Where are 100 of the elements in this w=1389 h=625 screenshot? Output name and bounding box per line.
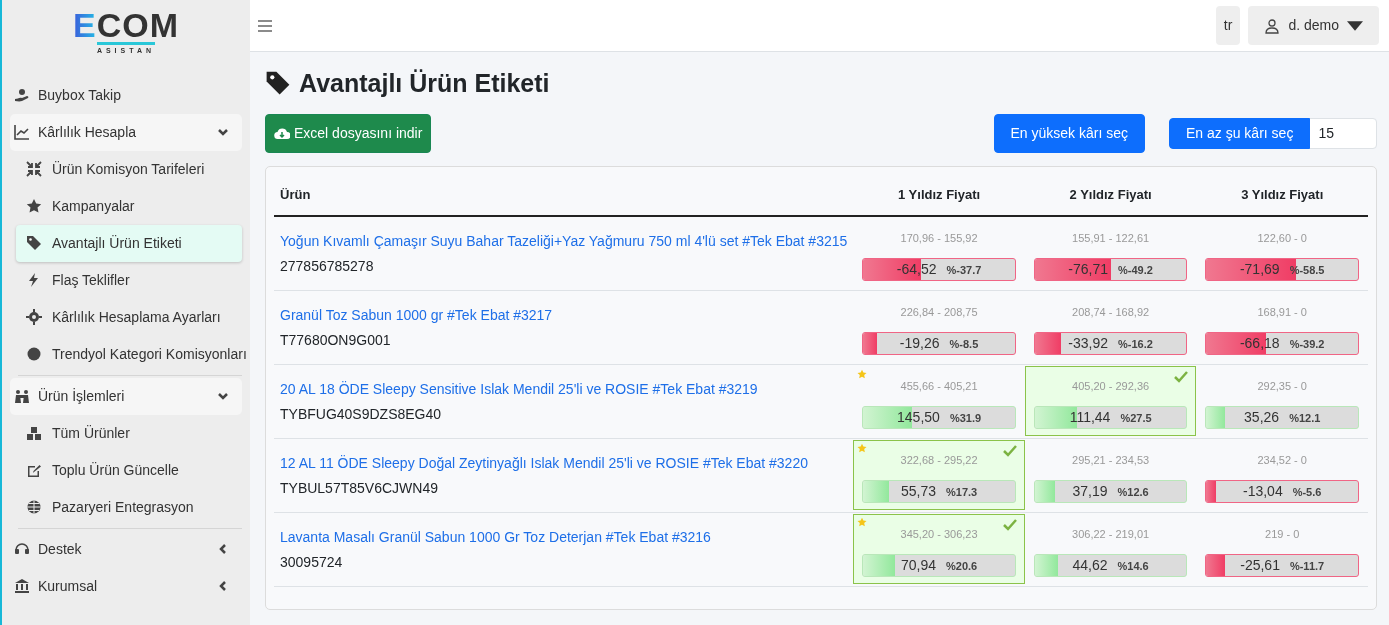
bank-icon	[14, 578, 30, 594]
price-range: 208,74 - 168,92	[1071, 304, 1151, 320]
product-link[interactable]: Yoğun Kıvamlı Çamaşır Suyu Bahar Tazeliği+Yaz Yağmuru 750 ml 4'lü set #Tek Ebat #3215	[280, 232, 848, 249]
sidebar-subitem[interactable]: Avantajlı Ürün Etiketi	[16, 224, 242, 262]
boxes-icon	[26, 425, 42, 441]
price-range: 234,52 - 0	[1256, 452, 1308, 468]
profit-value: 145,50	[897, 408, 940, 428]
price-range: 155,91 - 122,61	[1071, 230, 1151, 246]
price-range: 322,68 - 295,22	[899, 452, 979, 468]
menu-icon[interactable]	[258, 19, 272, 32]
price-range: 295,21 - 234,53	[1071, 452, 1151, 468]
profit-percent: %14.6	[1117, 558, 1149, 574]
people-icon	[14, 388, 30, 404]
price-range: 226,84 - 208,75	[899, 304, 979, 320]
price-option[interactable]: 292,35 - 0 35,26 %12.1	[1196, 365, 1368, 437]
price-option[interactable]: 155,91 - 122,61 -76,71 %-49.2	[1024, 217, 1197, 289]
price-range: 170,96 - 155,92	[899, 230, 979, 246]
price-range: 292,35 - 0	[1256, 378, 1308, 394]
sidebar-subitem[interactable]: Toplu Ürün Güncelle	[16, 451, 242, 489]
chart-line-icon	[14, 124, 30, 140]
sidebar-subitem[interactable]: Kârlılık Hesaplama Ayarları	[16, 298, 242, 336]
price-option[interactable]: 345,20 - 306,23 70,94 %20.6	[853, 513, 1025, 585]
max-profit-button[interactable]: En yüksek kârı seç	[993, 114, 1145, 153]
hand-coin-icon	[14, 87, 30, 103]
profit-percent: %-5.6	[1292, 484, 1322, 500]
profit-value: -71,69	[1239, 260, 1280, 280]
sidebar-subitem[interactable]: Pazaryeri Entegrasyon	[16, 488, 242, 526]
price-range: 405,20 - 292,36	[1071, 378, 1151, 394]
compress-icon	[26, 161, 42, 177]
headset-icon	[14, 541, 30, 557]
profit-value: -33,92	[1068, 334, 1109, 354]
star-icon	[26, 198, 42, 214]
price-option[interactable]: 322,68 - 295,22 55,73 %17.3	[853, 439, 1025, 511]
tag-icon	[265, 70, 291, 96]
min-profit-button[interactable]: En az şu kârı seç	[1169, 118, 1311, 149]
product-code: TYBFUG40S9DZS8EG40	[280, 404, 443, 424]
sidebar-subitem[interactable]: Kampanyalar	[16, 187, 242, 225]
product-code: T77680ON9G001	[280, 330, 392, 350]
product-link[interactable]: Granül Toz Sabun 1000 gr #Tek Ebat #3217	[280, 306, 553, 323]
profit-value: -19,26	[899, 334, 940, 354]
price-option[interactable]: 226,84 - 208,75 -19,26 %-8.5	[853, 291, 1025, 363]
column-header: Ürün	[274, 175, 854, 216]
sidebar-subitem[interactable]: Tüm Ürünler	[16, 414, 242, 452]
price-range: 219 - 0	[1264, 526, 1301, 542]
price-option[interactable]: 306,22 - 219,01 44,62 %14.6	[1024, 513, 1197, 585]
column-header: 1 Yıldız Fiyatı	[853, 175, 1025, 216]
product-link[interactable]: Lavanta Masalı Granül Sabun 1000 Gr Toz Deterjan #Tek Ebat #3216	[280, 528, 711, 545]
price-range: 122,60 - 0	[1256, 230, 1308, 246]
profit-percent: %-39.2	[1289, 336, 1325, 352]
check-icon	[1001, 517, 1018, 532]
product-code: 277856785278	[280, 256, 375, 276]
price-option[interactable]: 208,74 - 168,92 -33,92 %-16.2	[1024, 291, 1197, 363]
profit-percent: %-8.5	[949, 336, 979, 352]
profit-percent: %-16.2	[1118, 336, 1153, 352]
price-option[interactable]: 455,66 - 405,21 145,50 %31.9	[853, 365, 1025, 437]
chevron-down-icon	[218, 127, 228, 137]
sidebar-subitem[interactable]: Flaş Teklifler	[16, 261, 242, 299]
profit-percent: %-11.7	[1289, 558, 1325, 574]
price-range: 306,22 - 219,01	[1071, 526, 1151, 542]
chevron-left-icon	[218, 581, 228, 591]
sidebar-subitem[interactable]: Ürün Komisyon Tarifeleri	[16, 150, 242, 188]
price-option[interactable]: 295,21 - 234,53 37,19 %12.6	[1024, 439, 1197, 511]
download-button[interactable]: Excel dosyasını indir	[265, 114, 432, 153]
product-code: 30095724	[280, 552, 344, 572]
chevron-left-icon	[218, 544, 228, 554]
sidebar-item[interactable]: Kurumsal	[10, 567, 242, 605]
sidebar-item[interactable]: Destek	[10, 530, 242, 568]
profit-value: 35,26	[1244, 408, 1280, 428]
profit-percent: %12.6	[1117, 484, 1149, 500]
profit-percent: %31.9	[949, 410, 982, 426]
check-icon	[1001, 443, 1018, 458]
profit-value: 111,44	[1069, 408, 1111, 428]
product-link[interactable]: 20 AL 18 ÖDE Sleepy Sensitive Islak Mendil 25'li ve ROSIE #Tek Ebat #3219	[280, 380, 758, 397]
price-option[interactable]: 405,20 - 292,36 111,44 %27.5	[1024, 365, 1197, 437]
profit-percent: %-49.2	[1118, 262, 1153, 278]
profit-value: 70,94	[900, 556, 936, 576]
sidebar-item[interactable]: Kârlılık Hesapla	[10, 113, 242, 151]
page-title: Avantajlı Ürün Etiketi	[299, 68, 550, 98]
product-code: TYBUL57T85V6CJWN49	[280, 478, 439, 498]
profit-value: -13,04	[1242, 482, 1283, 502]
profit-value: -76,71	[1068, 260, 1109, 280]
price-option[interactable]: 219 - 0 -25,61 %-11.7	[1196, 513, 1368, 585]
profit-value: -25,61	[1240, 556, 1280, 576]
product-link[interactable]: 12 AL 11 ÖDE Sleepy Doğal Zeytinyağlı Islak Mendil 25'li ve ROSIE #Tek Ebat #3220	[280, 454, 808, 471]
profit-percent: %-37.7	[946, 262, 982, 278]
user-menu-button[interactable]: d. demo	[1248, 6, 1379, 45]
profit-percent: %27.5	[1120, 410, 1152, 426]
sidebar-item[interactable]: Buybox Takip	[10, 76, 242, 114]
sidebar-item[interactable]: Ürün İşlemleri	[10, 377, 242, 415]
column-header: 2 Yıldız Fiyatı	[1024, 175, 1197, 216]
user-icon	[1264, 17, 1281, 34]
price-range: 345,20 - 306,23	[899, 526, 979, 542]
language-button[interactable]: tr	[1215, 6, 1241, 45]
profit-percent: %17.3	[946, 484, 978, 500]
chevron-down-icon	[218, 391, 228, 401]
column-header: 3 Yıldız Fiyatı	[1196, 175, 1368, 216]
price-range: 168,91 - 0	[1256, 304, 1308, 320]
price-option[interactable]: 234,52 - 0 -13,04 %-5.6	[1196, 439, 1368, 511]
edit-icon	[26, 462, 42, 478]
min-profit-field[interactable]: 15	[1309, 118, 1377, 149]
